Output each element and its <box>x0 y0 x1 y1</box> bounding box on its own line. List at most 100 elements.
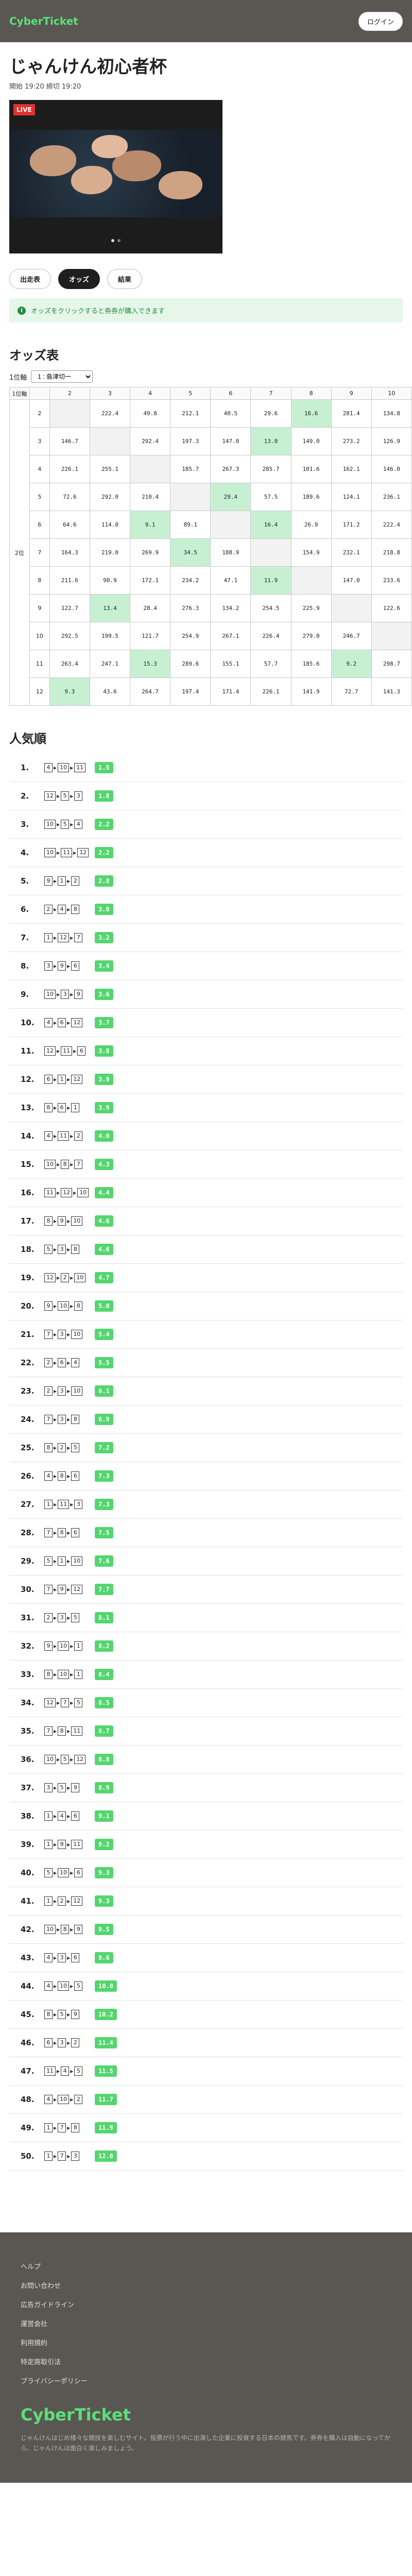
odds-cell[interactable]: 289.6 <box>170 650 211 678</box>
odds-cell[interactable]: 149.0 <box>290 427 332 455</box>
site-logo[interactable]: CyberTicket <box>9 15 78 27</box>
odds-cell[interactable]: 254.5 <box>250 594 291 622</box>
popularity-row[interactable]: 23. 2 ▶ 3 ▶ 10 6.1 <box>9 1377 403 1405</box>
tab-results[interactable]: 結果 <box>107 269 143 289</box>
footer-link[interactable]: 利用規約 <box>21 2337 391 2347</box>
live-video-player[interactable]: LIVE <box>9 100 222 253</box>
odds-cell[interactable]: 72.7 <box>331 677 372 706</box>
odds-cell[interactable]: 263.4 <box>49 650 90 678</box>
odds-cell[interactable]: 9.2 <box>331 650 372 678</box>
odds-badge[interactable]: 3.0 <box>95 904 113 915</box>
popularity-row[interactable]: 26. 4 ▶ 8 ▶ 6 7.3 <box>9 1462 403 1490</box>
footer-link[interactable]: 特定商取引法 <box>21 2357 391 2366</box>
popularity-row[interactable]: 33. 8 ▶ 10 ▶ 1 8.4 <box>9 1660 403 1689</box>
odds-cell[interactable]: 26.9 <box>290 511 332 539</box>
odds-cell[interactable]: 218.8 <box>371 538 412 567</box>
popularity-row[interactable]: 15. 10 ▶ 8 ▶ 7 4.3 <box>9 1150 403 1179</box>
footer-logo[interactable]: CyberTicket <box>21 2405 391 2425</box>
odds-badge[interactable]: 10.0 <box>95 1980 117 1992</box>
odds-cell[interactable]: 162.1 <box>331 455 372 483</box>
odds-cell[interactable]: 29.4 <box>210 483 251 511</box>
odds-badge[interactable]: 7.3 <box>95 1470 113 1482</box>
popularity-row[interactable]: 27. 1 ▶ 11 ▶ 3 7.3 <box>9 1490 403 1519</box>
odds-cell[interactable]: 185.6 <box>290 650 332 678</box>
odds-badge[interactable]: 11.7 <box>95 2094 117 2105</box>
odds-cell[interactable]: 292.5 <box>49 622 90 650</box>
popularity-row[interactable]: 16. 11 ▶ 12 ▶ 10 4.4 <box>9 1179 403 1207</box>
odds-badge[interactable]: 10.2 <box>95 2009 117 2020</box>
odds-cell[interactable]: 234.2 <box>170 566 211 595</box>
popularity-row[interactable]: 45. 8 ▶ 5 ▶ 9 10.2 <box>9 2001 403 2029</box>
odds-cell[interactable]: 28.4 <box>130 594 171 622</box>
odds-badge[interactable]: 2.2 <box>95 847 113 858</box>
odds-cell[interactable]: 40.5 <box>210 399 251 428</box>
odds-badge[interactable]: 3.8 <box>95 1045 113 1057</box>
odds-cell[interactable]: 226.1 <box>49 455 90 483</box>
odds-cell[interactable]: 188.9 <box>210 538 251 567</box>
odds-cell[interactable]: 126.9 <box>371 427 412 455</box>
odds-badge[interactable]: 6.1 <box>95 1385 113 1397</box>
odds-cell[interactable]: 247.1 <box>89 650 131 678</box>
odds-badge[interactable]: 3.9 <box>95 1102 113 1113</box>
odds-badge[interactable]: 12.0 <box>95 2150 117 2162</box>
popularity-row[interactable]: 47. 11 ▶ 4 ▶ 5 11.5 <box>9 2057 403 2086</box>
odds-cell[interactable]: 47.1 <box>210 566 251 595</box>
odds-cell[interactable]: 255.1 <box>89 455 131 483</box>
odds-badge[interactable]: 4.0 <box>95 1130 113 1142</box>
odds-cell[interactable]: 264.7 <box>130 677 171 706</box>
popularity-row[interactable]: 31. 2 ▶ 3 ▶ 5 8.1 <box>9 1604 403 1632</box>
odds-badge[interactable]: 8.1 <box>95 1612 113 1623</box>
odds-cell[interactable]: 9.1 <box>130 511 171 539</box>
axis-select[interactable]: 1 : 島津切一 <box>31 370 93 383</box>
popularity-row[interactable]: 18. 5 ▶ 3 ▶ 8 4.6 <box>9 1235 403 1264</box>
popularity-row[interactable]: 4. 10 ▶ 11 ▶ 12 2.2 <box>9 839 403 867</box>
odds-cell[interactable]: 267.1 <box>210 622 251 650</box>
odds-cell[interactable]: 267.3 <box>210 455 251 483</box>
popularity-row[interactable]: 24. 7 ▶ 3 ▶ 8 6.9 <box>9 1405 403 1434</box>
odds-cell[interactable]: 269.9 <box>130 538 171 567</box>
odds-cell[interactable]: 197.3 <box>170 427 211 455</box>
odds-cell[interactable]: 211.6 <box>49 566 90 595</box>
footer-link[interactable]: お問い合わせ <box>21 2280 391 2290</box>
odds-badge[interactable]: 4.6 <box>95 1244 113 1255</box>
odds-cell[interactable]: 185.7 <box>170 455 211 483</box>
odds-cell[interactable]: 154.9 <box>290 538 332 567</box>
odds-badge[interactable]: 8.4 <box>95 1669 113 1680</box>
popularity-row[interactable]: 25. 8 ▶ 2 ▶ 5 7.2 <box>9 1434 403 1462</box>
popularity-row[interactable]: 38. 1 ▶ 4 ▶ 6 9.1 <box>9 1802 403 1831</box>
odds-cell[interactable]: 225.9 <box>290 594 332 622</box>
popularity-row[interactable]: 14. 4 ▶ 11 ▶ 2 4.0 <box>9 1122 403 1150</box>
popularity-row[interactable]: 40. 5 ▶ 10 ▶ 6 9.3 <box>9 1859 403 1887</box>
odds-cell[interactable]: 16.6 <box>290 399 332 428</box>
odds-badge[interactable]: 8.8 <box>95 1754 113 1765</box>
odds-cell[interactable]: 9.3 <box>49 677 90 706</box>
popularity-row[interactable]: 44. 4 ▶ 10 ▶ 5 10.0 <box>9 1972 403 2001</box>
odds-badge[interactable]: 3.6 <box>95 989 113 1000</box>
odds-badge[interactable]: 5.0 <box>95 1300 113 1312</box>
odds-cell[interactable]: 279.0 <box>290 622 332 650</box>
odds-badge[interactable]: 9.3 <box>95 1867 113 1878</box>
popularity-row[interactable]: 13. 8 ▶ 6 ▶ 1 3.9 <box>9 1094 403 1122</box>
odds-cell[interactable]: 285.7 <box>250 455 291 483</box>
odds-cell[interactable]: 122.7 <box>49 594 90 622</box>
popularity-row[interactable]: 10. 4 ▶ 6 ▶ 12 3.7 <box>9 1009 403 1037</box>
pager-dot[interactable] <box>111 239 114 242</box>
odds-badge[interactable]: 4.3 <box>95 1159 113 1170</box>
odds-badge[interactable]: 7.2 <box>95 1442 113 1453</box>
odds-cell[interactable]: 134.8 <box>371 399 412 428</box>
odds-badge[interactable]: 9.5 <box>95 1924 113 1935</box>
popularity-row[interactable]: 50. 1 ▶ 7 ▶ 3 12.0 <box>9 2142 403 2171</box>
popularity-row[interactable]: 22. 2 ▶ 6 ▶ 4 5.5 <box>9 1349 403 1377</box>
odds-badge[interactable]: 11.9 <box>95 2122 117 2133</box>
odds-cell[interactable]: 189.6 <box>290 483 332 511</box>
tab-entries[interactable]: 出走表 <box>9 269 52 289</box>
footer-link[interactable]: 運営会社 <box>21 2318 391 2328</box>
odds-badge[interactable]: 3.7 <box>95 1017 113 1028</box>
popularity-row[interactable]: 36. 10 ▶ 5 ▶ 12 8.8 <box>9 1745 403 1774</box>
odds-badge[interactable]: 4.6 <box>95 1215 113 1227</box>
odds-cell[interactable]: 147.0 <box>331 566 372 595</box>
odds-cell[interactable]: 236.1 <box>371 483 412 511</box>
odds-cell[interactable]: 13.0 <box>250 427 291 455</box>
odds-cell[interactable]: 146.0 <box>371 455 412 483</box>
popularity-row[interactable]: 46. 6 ▶ 3 ▶ 2 11.4 <box>9 2029 403 2057</box>
